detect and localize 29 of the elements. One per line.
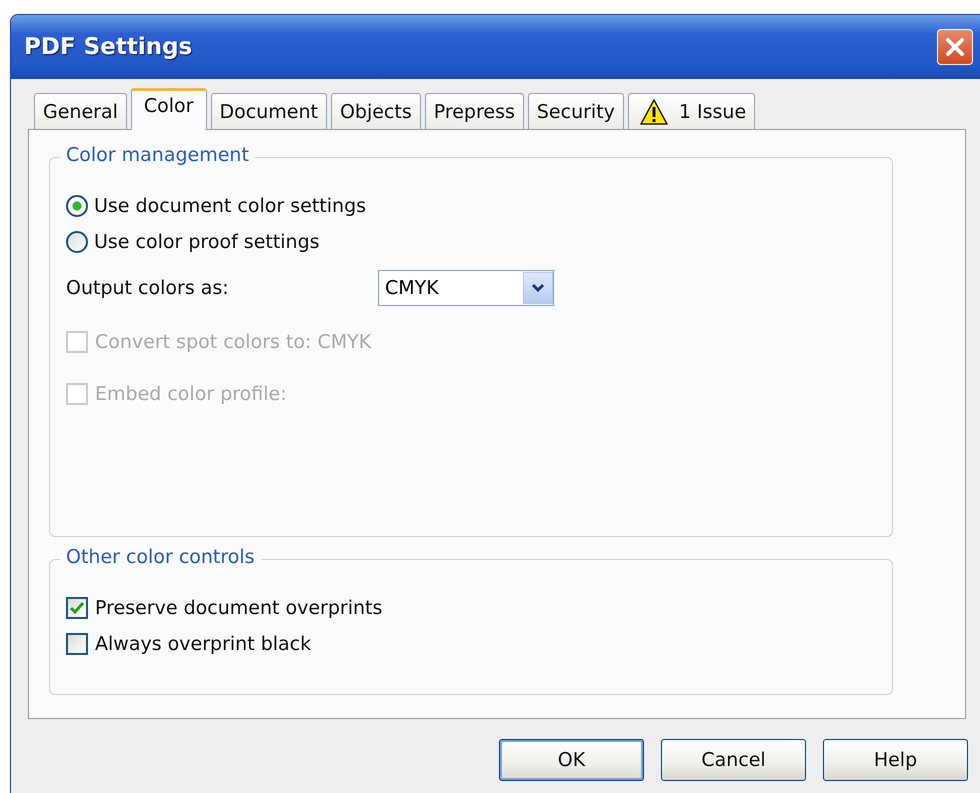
close-icon: [943, 35, 967, 59]
tab[interactable]: Prepress: [424, 93, 524, 129]
radio-button[interactable]: [66, 231, 88, 253]
tab[interactable]: Color: [130, 88, 206, 130]
tab[interactable]: Objects: [330, 93, 421, 129]
checkbox-label: Convert spot colors to: CMYK: [95, 331, 372, 353]
checkbox-label: Embed color profile:: [95, 383, 287, 405]
close-button[interactable]: [937, 29, 973, 65]
dropdown-arrow-button[interactable]: [523, 272, 553, 304]
chevron-down-icon: [531, 283, 545, 293]
checkbox-label: Always overprint black: [95, 633, 312, 655]
window-title: PDF Settings: [24, 34, 192, 60]
field-label: Output colors as:: [66, 277, 230, 299]
dropdown[interactable]: CMYK: [378, 270, 554, 306]
radio-label: Use color proof settings: [94, 231, 320, 253]
tab[interactable]: General: [34, 93, 127, 129]
warning-icon: [638, 98, 669, 126]
checkbox-label: Preserve document overprints: [95, 597, 382, 619]
checkbox[interactable]: [66, 633, 88, 655]
dialog-button[interactable]: Help: [823, 739, 968, 781]
group-title: Color management: [60, 144, 255, 166]
dialog-button[interactable]: Cancel: [661, 739, 806, 781]
dialog-button[interactable]: OK: [499, 739, 644, 781]
tab[interactable]: Security: [528, 93, 624, 129]
radio-label: Use document color settings: [94, 195, 366, 217]
tab[interactable]: 1 Issue: [628, 93, 756, 129]
tab[interactable]: Document: [210, 93, 327, 129]
radio-button[interactable]: [66, 195, 88, 217]
checkbox[interactable]: [66, 597, 88, 619]
